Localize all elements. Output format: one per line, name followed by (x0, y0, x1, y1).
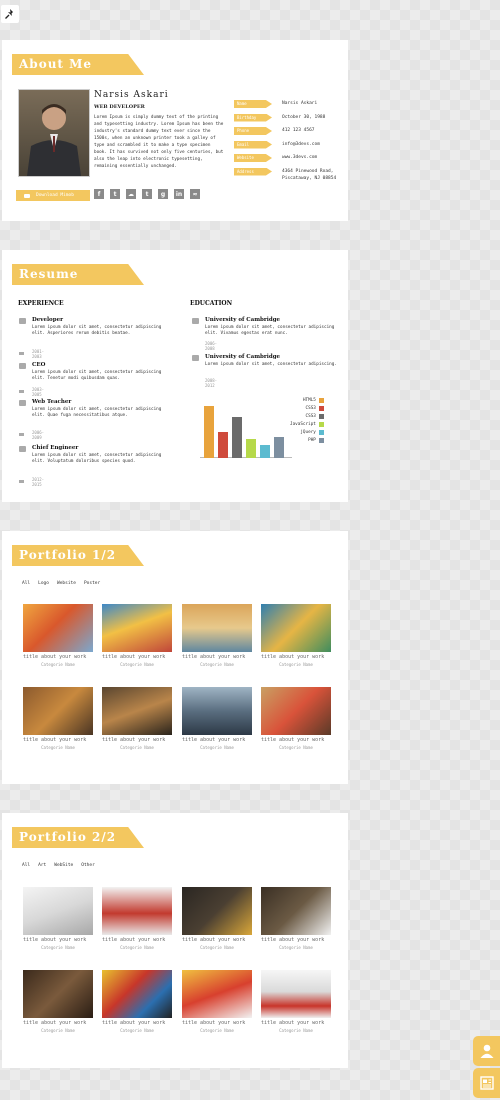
portfolio-item[interactable]: title about your work Categorie Name (182, 687, 252, 750)
download-icon (24, 193, 30, 198)
filter-other[interactable]: Other (81, 863, 95, 868)
download-button[interactable]: Download Mimob (16, 190, 90, 201)
portfolio-thumbnail (182, 604, 252, 652)
portfolio-item[interactable]: title about your work Categorie Name (182, 970, 252, 1033)
filter-website[interactable]: WebSite (54, 863, 73, 868)
google-plus-icon[interactable]: g (158, 189, 168, 199)
legend-item: JavaScript (290, 420, 324, 428)
filter-art[interactable]: Art (38, 863, 46, 868)
portfolio-thumbnail (102, 970, 172, 1018)
filter-all[interactable]: All (22, 581, 30, 586)
portfolio-item[interactable]: title about your work Categorie Name (261, 970, 331, 1033)
portfolio-thumbnail (102, 887, 172, 935)
tumblr-icon[interactable]: t (142, 189, 152, 199)
portfolio-item[interactable]: title about your work Categorie Name (102, 687, 172, 750)
chart-bar (218, 431, 228, 458)
filter-poster[interactable]: Poster (84, 581, 100, 586)
portfolio-item[interactable]: title about your work Categorie Name (182, 887, 252, 950)
filter-website[interactable]: Website (57, 581, 76, 586)
chart-bar (260, 445, 270, 458)
chart-bar (232, 417, 242, 458)
briefcase-icon (19, 363, 26, 369)
portfolio-item[interactable]: title about your work Categorie Name (102, 887, 172, 950)
legend-item: PHP (290, 436, 324, 444)
resume-card: Resume EXPERIENCE EDUCATION Developer Lo… (2, 250, 348, 502)
about-card: About Me Narsis Askari WEB DEVELOPER Lor… (2, 40, 348, 221)
portfolio-thumbnail (261, 887, 331, 935)
portfolio-item[interactable]: title about your work Categorie Name (23, 604, 93, 667)
resume-heading: Resume (19, 267, 79, 281)
profile-button[interactable] (473, 1036, 500, 1066)
pin-icon (5, 9, 13, 19)
portfolio-item[interactable]: title about your work Categorie Name (23, 687, 93, 750)
about-ribbon: About Me (12, 54, 144, 75)
about-heading: About Me (19, 57, 93, 71)
portfolio1-card: Portfolio 1/2 All Logo Website Poster ti… (2, 531, 348, 784)
rss-icon[interactable]: ≈ (190, 189, 200, 199)
portfolio-thumbnail (23, 887, 93, 935)
portfolio-item[interactable]: title about your work Categorie Name (261, 604, 331, 667)
legend-item: jQuery (290, 428, 324, 436)
bio-text: Lorem Ipsum is simply dummy text of the … (94, 115, 224, 169)
portfolio-item[interactable]: title about your work Categorie Name (102, 970, 172, 1033)
briefcase-icon (19, 400, 26, 406)
profile-name: Narsis Askari (94, 90, 169, 100)
chart-legend: HTML5 CSS3 CSS3 JavaScript jQuery PHP (290, 396, 324, 444)
portfolio2-heading: Portfolio 2/2 (19, 830, 117, 844)
portfolio-item[interactable]: title about your work Categorie Name (261, 687, 331, 750)
resume-ribbon: Resume (12, 264, 144, 285)
legend-item: CSS3 (290, 412, 324, 420)
linkedin-icon[interactable]: in (174, 189, 184, 199)
chart-bar (246, 439, 256, 458)
filter-all[interactable]: All (22, 863, 30, 868)
portfolio2-filters: All Art WebSite Other (22, 863, 95, 868)
pin-button[interactable] (1, 5, 19, 23)
portfolio-thumbnail (102, 687, 172, 735)
portfolio-item[interactable]: title about your work Categorie Name (102, 604, 172, 667)
briefcase-icon (19, 446, 26, 452)
job-title: WEB DEVELOPER (94, 104, 145, 110)
graduation-icon (192, 355, 199, 361)
portfolio-thumbnail (23, 687, 93, 735)
portfolio2-card: Portfolio 2/2 All Art WebSite Other titl… (2, 813, 348, 1068)
portfolio-thumbnail (261, 604, 331, 652)
experience-heading: EXPERIENCE (18, 300, 64, 307)
social-links: f t ☁ t g in ≈ (94, 189, 200, 199)
portfolio1-heading: Portfolio 1/2 (19, 548, 117, 562)
calendar-icon (19, 433, 24, 436)
profile-photo (18, 89, 90, 177)
portfolio-item[interactable]: title about your work Categorie Name (261, 887, 331, 950)
resume-button[interactable] (473, 1068, 500, 1098)
portfolio-thumbnail (261, 970, 331, 1018)
portfolio2-ribbon: Portfolio 2/2 (12, 827, 144, 848)
facebook-icon[interactable]: f (94, 189, 104, 199)
portfolio1-filters: All Logo Website Poster (22, 581, 100, 586)
portfolio-item[interactable]: title about your work Categorie Name (23, 887, 93, 950)
portfolio-thumbnail (23, 604, 93, 652)
portfolio-thumbnail (182, 887, 252, 935)
portfolio-thumbnail (23, 970, 93, 1018)
calendar-icon (19, 352, 24, 355)
portfolio-item[interactable]: title about your work Categorie Name (182, 604, 252, 667)
portfolio-thumbnail (102, 604, 172, 652)
newspaper-icon (479, 1076, 494, 1090)
portfolio-thumbnail (182, 687, 252, 735)
twitter-icon[interactable]: t (110, 189, 120, 199)
legend-item: CSS3 (290, 404, 324, 412)
calendar-icon (19, 480, 24, 483)
portfolio1-ribbon: Portfolio 1/2 (12, 545, 144, 566)
user-icon (480, 1044, 493, 1058)
legend-item: HTML5 (290, 396, 324, 404)
chart-bar (204, 405, 214, 458)
portfolio-thumbnail (261, 687, 331, 735)
briefcase-icon (19, 318, 26, 324)
education-heading: EDUCATION (190, 300, 233, 307)
portfolio-item[interactable]: title about your work Categorie Name (23, 970, 93, 1033)
chart-bar (274, 437, 284, 458)
filter-logo[interactable]: Logo (38, 581, 49, 586)
cloud-icon[interactable]: ☁ (126, 189, 136, 199)
graduation-icon (192, 318, 199, 324)
portfolio-thumbnail (182, 970, 252, 1018)
calendar-icon (19, 390, 24, 393)
